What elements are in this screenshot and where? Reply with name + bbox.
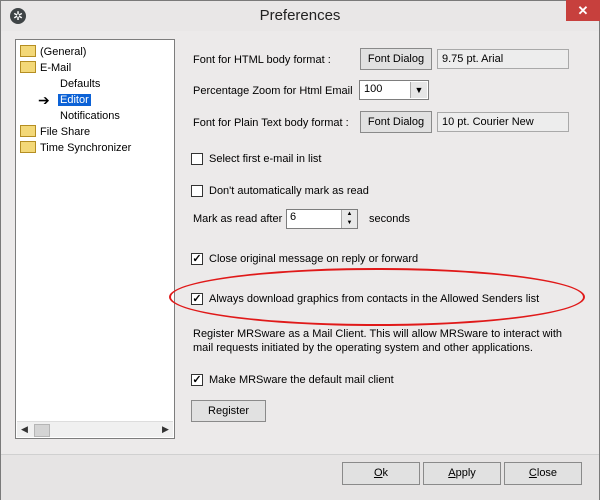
seconds-label: seconds xyxy=(369,213,410,225)
ok-button[interactable]: Ok xyxy=(342,462,420,485)
dont-mark-read-checkbox[interactable] xyxy=(191,185,203,197)
window-close-button[interactable]: ✕ xyxy=(566,0,600,21)
zoom-label: Percentage Zoom for Html Email xyxy=(193,85,353,97)
mark-after-value: 6 xyxy=(290,211,297,223)
html-font-dialog-button[interactable]: Font Dialog xyxy=(360,48,432,70)
select-first-label: Select first e-mail in list xyxy=(209,153,322,165)
tree-item-label: (General) xyxy=(40,46,87,58)
mark-after-spinner[interactable]: 6 ▲ ▼ xyxy=(286,209,358,229)
zoom-select-value: 100 xyxy=(364,83,383,95)
apply-accelerator: A xyxy=(448,467,456,479)
window-title: Preferences xyxy=(259,7,341,24)
select-first-checkbox[interactable] xyxy=(191,153,203,165)
scroll-right-icon[interactable]: ▶ xyxy=(158,422,173,437)
close-original-label: Close original message on reply or forwa… xyxy=(209,253,419,265)
folder-icon xyxy=(20,45,36,58)
close-accelerator: C xyxy=(528,467,537,479)
scroll-left-icon[interactable]: ◀ xyxy=(17,422,32,437)
tree-item-defaults[interactable]: Defaults xyxy=(60,76,100,92)
tree-item-label: Editor xyxy=(58,94,91,106)
plain-font-dialog-button[interactable]: Font Dialog xyxy=(360,111,432,133)
tree-item-editor[interactable]: ➔ Editor xyxy=(38,92,91,108)
ok-label-rest: k xyxy=(382,467,389,479)
dont-mark-read-label: Don't automatically mark as read xyxy=(209,185,369,197)
folder-open-icon xyxy=(20,61,36,74)
tree-item-label: E-Mail xyxy=(40,62,72,74)
close-label-rest: lose xyxy=(536,467,558,479)
arrow-right-icon: ➔ xyxy=(38,92,50,108)
always-download-label: Always download graphics from contacts i… xyxy=(209,293,540,305)
title-bar: ✲ Preferences ✕ xyxy=(1,0,600,31)
tree-item-label: Notifications xyxy=(60,110,120,122)
close-original-checkbox[interactable]: ✓ xyxy=(191,253,203,265)
always-download-checkbox[interactable]: ✓ xyxy=(191,293,203,305)
folder-icon xyxy=(20,141,36,154)
folder-icon xyxy=(20,125,36,138)
category-tree[interactable]: (General) E-Mail Defaults ➔ Editor Notif… xyxy=(15,39,175,439)
spin-down-icon[interactable]: ▼ xyxy=(341,219,357,228)
chevron-down-icon[interactable]: ▼ xyxy=(410,82,427,98)
default-client-label: Make MRSware the default mail client xyxy=(209,374,394,386)
plain-font-label: Font for Plain Text body format : xyxy=(193,117,349,129)
tree-item-label: File Share xyxy=(40,126,91,138)
tree-item-label: Time Synchronizer xyxy=(40,142,132,154)
tree-item-general[interactable]: (General) xyxy=(20,44,86,60)
tree-item-email[interactable]: E-Mail xyxy=(20,60,71,76)
apply-label-rest: pply xyxy=(455,467,476,479)
html-font-label: Font for HTML body format : xyxy=(193,54,331,66)
default-client-checkbox[interactable]: ✓ xyxy=(191,374,203,386)
tree-item-notifications[interactable]: Notifications xyxy=(60,108,120,124)
register-description-line2: mail requests initiated by the operating… xyxy=(193,342,533,354)
ok-accelerator: O xyxy=(373,467,383,479)
html-font-value: 9.75 pt. Arial xyxy=(437,49,569,69)
register-description-line1: Register MRSware as a Mail Client. This … xyxy=(193,328,563,340)
zoom-select[interactable]: 100 ▼ xyxy=(359,80,429,100)
apply-button[interactable]: Apply xyxy=(423,462,501,485)
scroll-thumb[interactable] xyxy=(34,424,50,437)
close-button[interactable]: Close xyxy=(504,462,582,485)
mark-after-label: Mark as read after xyxy=(193,213,283,225)
preferences-window: ✲ Preferences ✕ (General) E-Mail Default… xyxy=(0,0,600,500)
register-button[interactable]: Register xyxy=(191,400,266,422)
tree-horizontal-scrollbar[interactable]: ◀ ▶ xyxy=(17,421,173,437)
tree-item-file-share[interactable]: File Share xyxy=(20,124,90,140)
plain-font-value: 10 pt. Courier New xyxy=(437,112,569,132)
tree-item-time-synchronizer[interactable]: Time Synchronizer xyxy=(20,140,131,156)
tree-item-label: Defaults xyxy=(60,78,101,90)
